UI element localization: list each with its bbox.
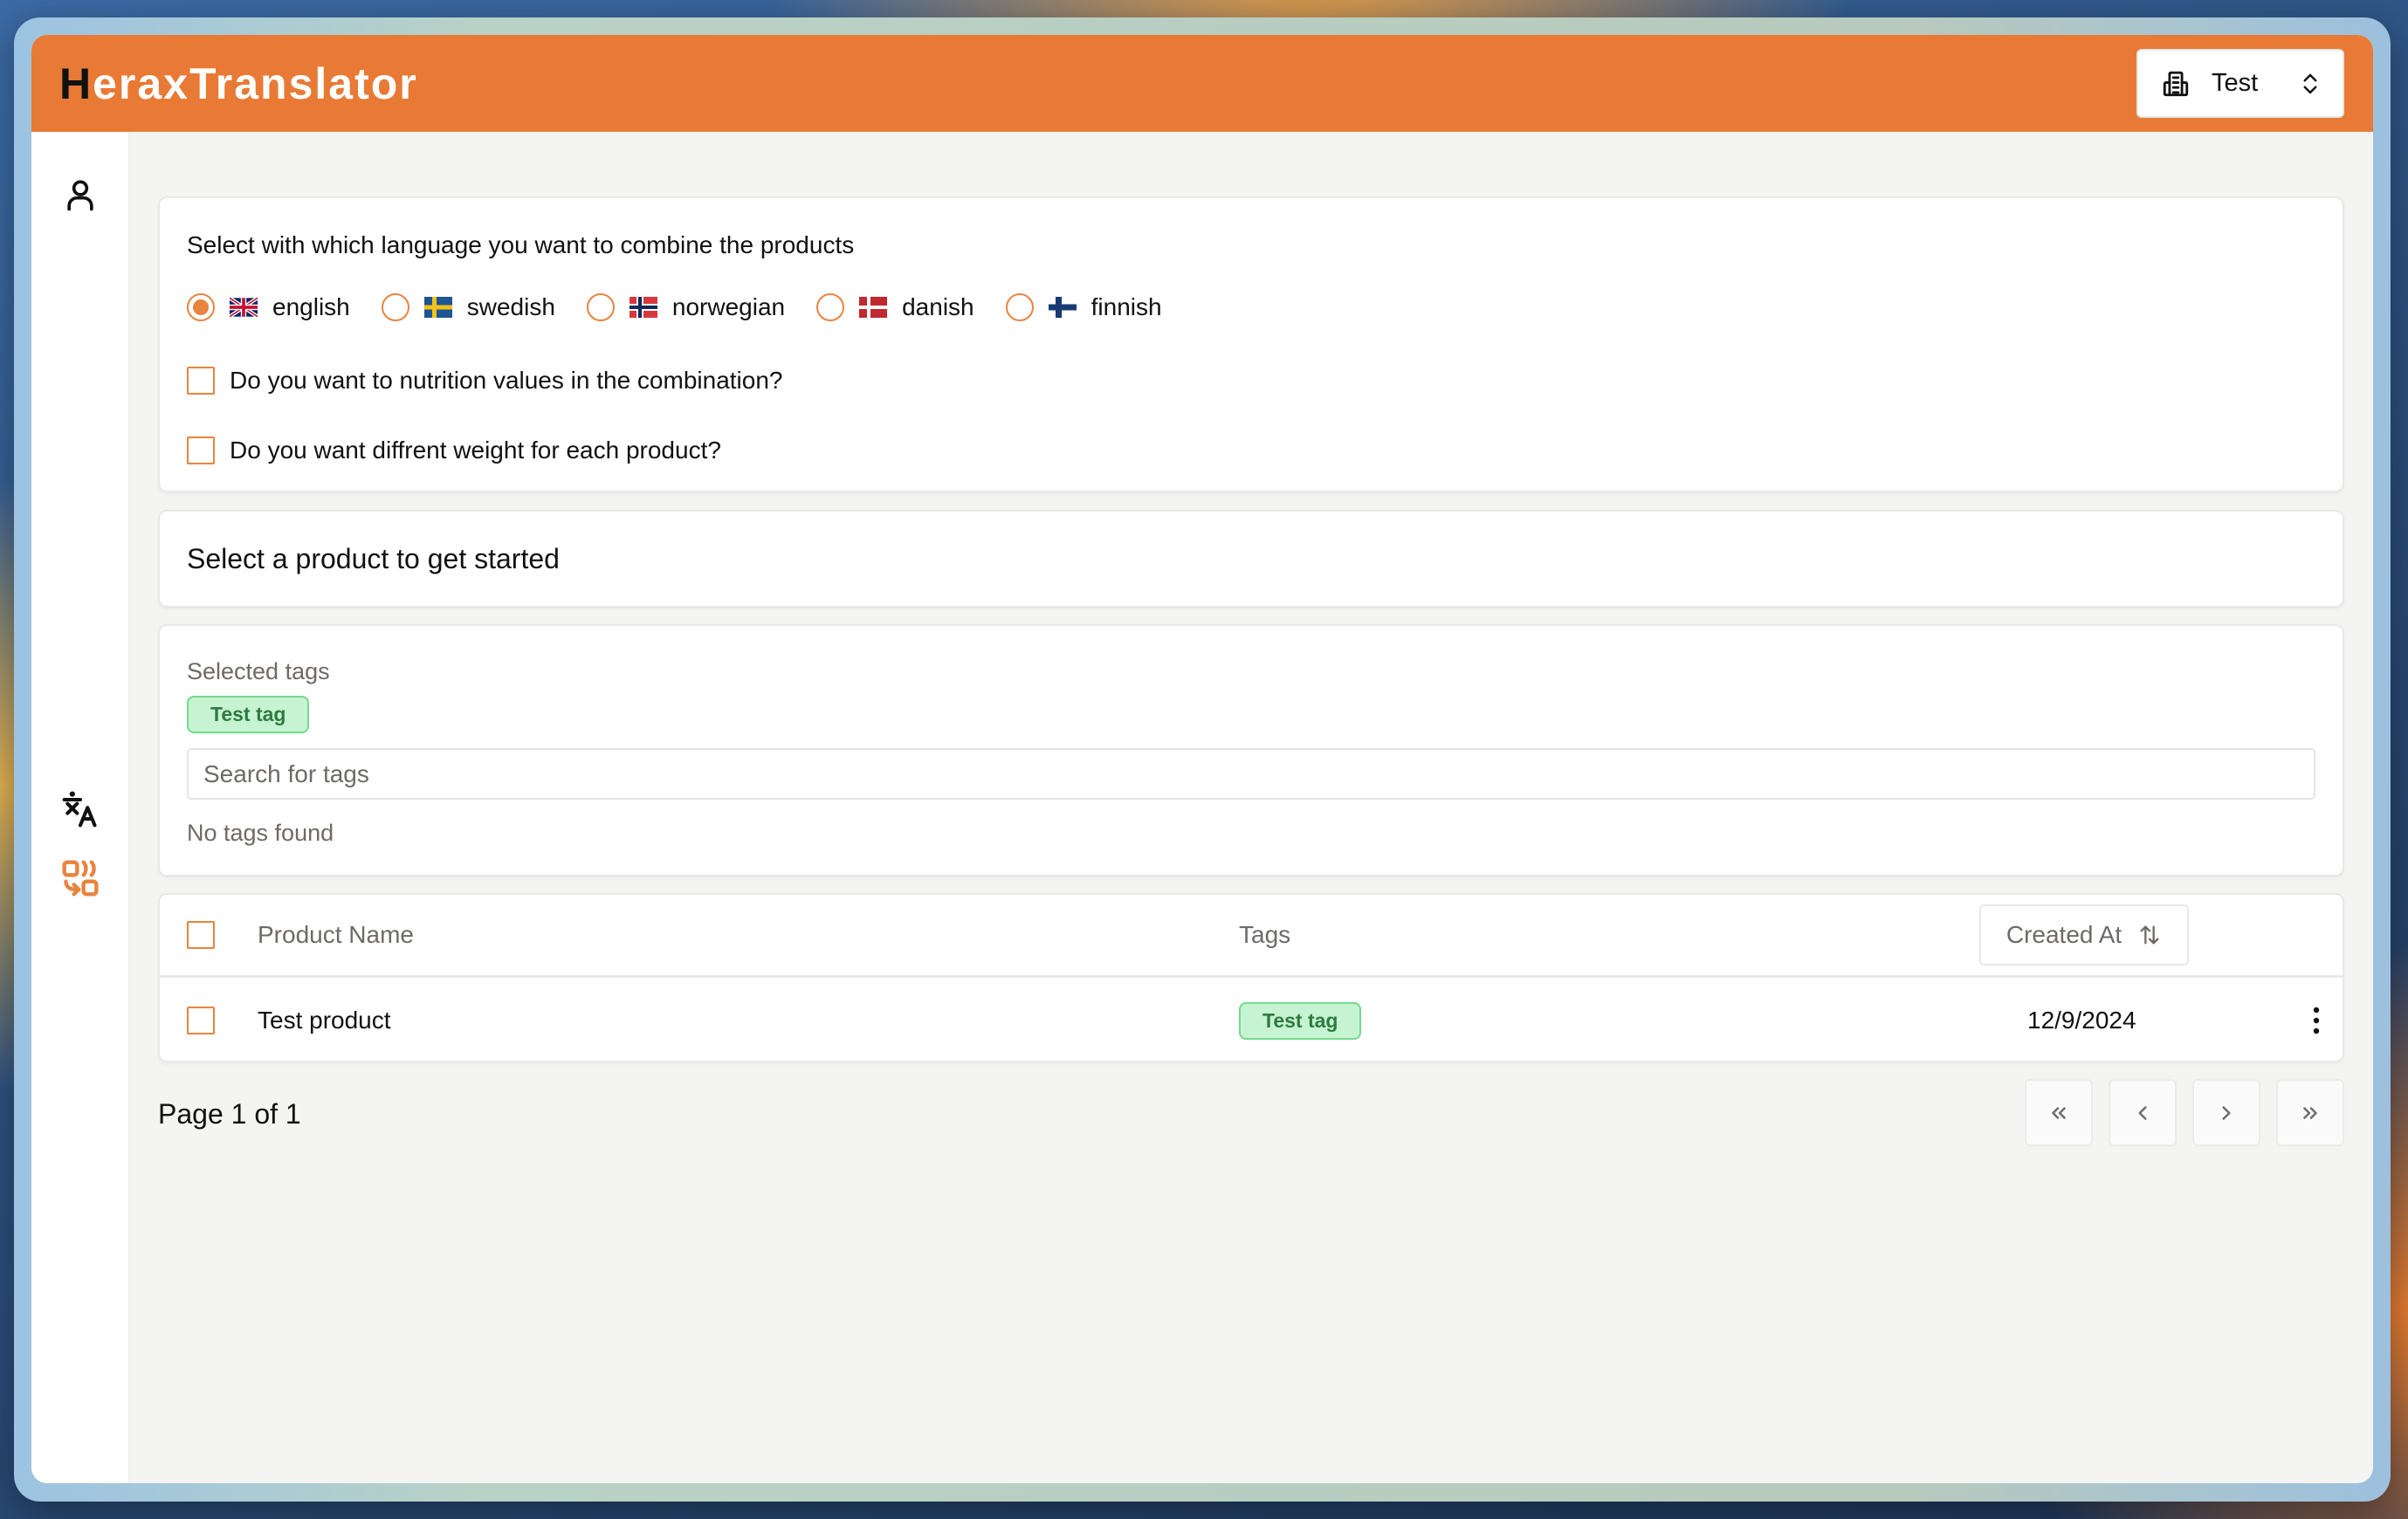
row-actions-button[interactable] — [2301, 979, 2332, 1062]
row-checkbox-cell — [187, 979, 230, 1062]
chevron-left-icon — [2138, 1105, 2147, 1120]
app-window: H eraxTranslator Test Select with which … — [31, 35, 2373, 1483]
chevron-right-icon — [2222, 1105, 2231, 1120]
row-checkbox[interactable] — [187, 1007, 215, 1034]
user-icon[interactable] — [61, 175, 100, 214]
denmark-flag-icon — [859, 297, 888, 318]
column-header-tags: Tags — [1239, 895, 1290, 975]
language-option-english[interactable]: english — [187, 293, 350, 321]
language-section-title: Select with which language you want to c… — [187, 231, 855, 258]
language-option-danish[interactable]: danish — [816, 293, 974, 321]
radio-button[interactable] — [586, 293, 615, 321]
sort-arrows-icon — [2140, 925, 2159, 945]
product-tags-cell: Test tag — [1239, 979, 1362, 1062]
created-at-cell: 12/9/2024 — [2027, 979, 2136, 1062]
product-selection-card: Select a product to get started — [158, 510, 2344, 608]
language-option-swedish[interactable]: swedish — [381, 293, 555, 321]
language-label: english — [272, 293, 350, 320]
uk-flag-icon — [230, 297, 258, 318]
norway-flag-icon — [629, 297, 657, 318]
organization-name: Test — [2212, 69, 2259, 97]
radio-button[interactable] — [816, 293, 845, 321]
table-header: Product Name Tags Created At — [160, 895, 2343, 978]
get-started-message: Select a product to get started — [187, 543, 560, 574]
sweden-flag-icon — [423, 297, 452, 318]
selected-tags-label: Selected tags — [187, 658, 330, 684]
radio-button[interactable] — [1005, 293, 1034, 321]
logo-mark: H — [59, 59, 93, 108]
product-name-cell: Test product — [258, 979, 391, 1062]
app-header: H eraxTranslator Test — [31, 35, 2373, 132]
language-label: finnish — [1090, 293, 1162, 320]
product-name: Test product — [258, 1007, 391, 1034]
select-all-checkbox[interactable] — [187, 921, 215, 949]
created-at-date: 12/9/2024 — [2027, 1007, 2136, 1034]
radio-button[interactable] — [187, 293, 215, 321]
previous-page-button[interactable] — [2109, 1079, 2177, 1146]
tag-search-input[interactable] — [187, 748, 2315, 800]
language-label: norwegian — [671, 293, 786, 320]
tags-filter-card: Selected tags Test tag No tags found — [158, 624, 2344, 876]
last-page-button[interactable] — [2276, 1079, 2344, 1146]
column-header-label: Product Name — [258, 921, 414, 948]
selected-tag-chip[interactable]: Test tag — [187, 696, 310, 733]
nutrition-values-checkbox[interactable] — [187, 367, 215, 395]
sidebar — [31, 132, 129, 1483]
language-label: swedish — [466, 293, 555, 320]
radio-selected-dot — [193, 299, 209, 315]
app-logo[interactable]: H eraxTranslator — [59, 58, 418, 110]
next-page-button[interactable] — [2192, 1079, 2260, 1146]
product-tag-chip: Test tag — [1239, 1001, 1362, 1040]
pagination-controls — [2025, 1079, 2344, 1146]
page-info: Page 1 of 1 — [158, 1098, 301, 1130]
language-option-finnish[interactable]: finnish — [1005, 293, 1162, 321]
column-header-label: Created At — [2006, 921, 2122, 948]
header-checkbox-cell — [187, 895, 230, 975]
finland-flag-icon — [1048, 297, 1077, 318]
language-radio-group: english swedish norwegian danish finnish — [187, 292, 1194, 322]
translate-icon[interactable] — [61, 790, 100, 828]
chevrons-left-icon — [2052, 1106, 2066, 1119]
more-vertical-icon — [2313, 1007, 2320, 1034]
building-icon — [2163, 71, 2189, 96]
logo-text: eraxTranslator — [93, 59, 418, 108]
column-header-product-name: Product Name — [258, 895, 414, 975]
no-tags-message: No tags found — [187, 820, 334, 846]
language-options-card: Select with which language you want to c… — [158, 196, 2344, 492]
different-weight-label: Do you want diffrent weight for each pro… — [230, 436, 721, 464]
table-row[interactable]: Test product Test tag 12/9/2024 — [160, 979, 2343, 1062]
chevrons-right-icon — [2303, 1106, 2317, 1119]
main-content: Select with which language you want to c… — [158, 132, 2344, 1483]
nutrition-values-label: Do you want to nutrition values in the c… — [230, 367, 783, 394]
nutrition-values-option[interactable]: Do you want to nutrition values in the c… — [187, 367, 783, 395]
different-weight-option[interactable]: Do you want diffrent weight for each pro… — [187, 436, 721, 464]
combine-icon[interactable] — [61, 859, 100, 897]
chevron-up-down-icon — [2303, 73, 2317, 93]
language-label: danish — [902, 293, 974, 320]
products-table: Product Name Tags Created At Test produc… — [158, 893, 2344, 1062]
first-page-button[interactable] — [2025, 1079, 2093, 1146]
organization-select[interactable]: Test — [2136, 49, 2344, 118]
language-option-norwegian[interactable]: norwegian — [586, 293, 786, 321]
column-header-created-at: Created At — [1979, 895, 2189, 975]
radio-button[interactable] — [381, 293, 409, 321]
sort-created-at-button[interactable]: Created At — [1979, 904, 2189, 966]
different-weight-checkbox[interactable] — [187, 436, 215, 464]
column-header-label: Tags — [1239, 921, 1291, 948]
